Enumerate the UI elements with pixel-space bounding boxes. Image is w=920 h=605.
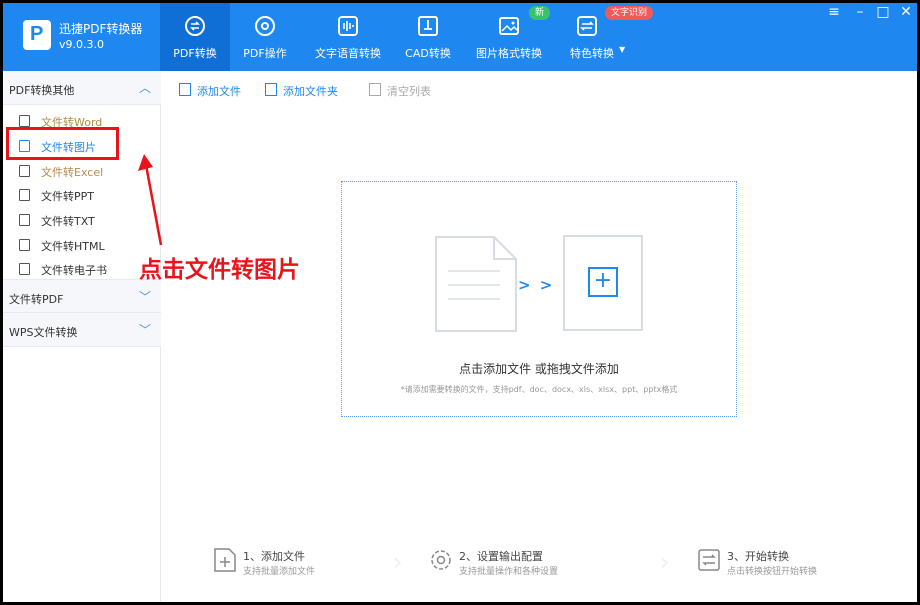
convert-cycle-icon [698, 549, 720, 571]
app-logo: P [23, 20, 51, 50]
chevron-right-icon: › [660, 548, 670, 576]
sidebar-group-pdf-other[interactable]: PDF转换其他 ︿ [3, 71, 161, 105]
sidebar-item-label: 文件转电子书 [41, 264, 107, 277]
image-icon [499, 17, 519, 35]
swap-icon [577, 16, 597, 36]
sidebar-group-file-to-pdf[interactable]: 文件转PDF ﹀ [3, 279, 161, 313]
tab-label: CAD转换 [405, 47, 451, 60]
tab-pdf-convert[interactable]: PDF转换 [160, 3, 230, 71]
ocr-badge[interactable]: 文字识别 [605, 6, 654, 20]
tab-label: PDF转换 [173, 47, 217, 60]
group-title: PDF转换其他 [9, 84, 75, 97]
clear-list-button[interactable]: 清空列表 [369, 81, 439, 99]
app-name: 迅捷PDF转换器 [59, 22, 143, 36]
app-version: v9.0.3.0 [59, 38, 104, 51]
new-badge: 新 [529, 6, 551, 20]
pdf-convert-icon [185, 16, 205, 36]
cad-icon [418, 16, 438, 36]
file-icon [19, 263, 30, 275]
file-icon [19, 239, 30, 251]
step-add-file: 1、添加文件 支持批量添加文件 [207, 543, 377, 583]
step-start-convert: 3、开始转换 点击转换按钮开始转换 [691, 543, 871, 583]
drop-zone[interactable]: > > > + 点击添加文件 或拖拽文件添加 *请添加需要转换的文件，支持pdf… [341, 181, 737, 417]
step-subtitle: 点击转换按钮开始转换 [727, 567, 818, 577]
tab-cad[interactable]: CAD转换 [395, 3, 461, 71]
file-icon [19, 214, 30, 226]
header-bar: P 迅捷PDF转换器 v9.0.3.0 PDF转换 PDF操作 文字语音转换 C… [3, 3, 917, 71]
add-folder-label: 添加文件夹 [283, 85, 338, 98]
app-window: P 迅捷PDF转换器 v9.0.3.0 PDF转换 PDF操作 文字语音转换 C… [3, 3, 917, 602]
clear-list-label: 清空列表 [387, 85, 431, 98]
file-icon [19, 189, 30, 201]
document-icon [435, 236, 517, 332]
tab-label: 文字语音转换 [315, 47, 381, 60]
plus-icon: + [588, 267, 618, 297]
folder-icon [265, 83, 277, 96]
tab-label: 图片格式转换 [476, 47, 542, 60]
close-icon[interactable]: ✕ [897, 5, 915, 19]
pdf-operate-icon [255, 16, 275, 36]
tab-text-voice[interactable]: 文字语音转换 [308, 3, 388, 71]
drop-zone-subtitle: *请添加需要转换的文件，支持pdf、doc、docx、xls、xlsx、ppt、… [400, 385, 678, 394]
drop-zone-title: 点击添加文件 或拖拽文件添加 [459, 362, 619, 376]
step-title: 2、设置输出配置 [459, 550, 543, 563]
maximize-icon[interactable]: □ [874, 5, 892, 19]
trash-icon [369, 83, 381, 96]
file-icon [19, 165, 30, 177]
annotation-arrow-icon [138, 154, 163, 246]
step-subtitle: 支持批量操作和各种设置 [459, 567, 559, 577]
sidebar-item-ebook[interactable]: 文件转电子书 [3, 257, 161, 281]
step-title: 1、添加文件 [243, 550, 305, 563]
voice-wave-icon [338, 16, 358, 36]
chevron-down-icon: ﹀ [138, 323, 151, 337]
chevron-right-icon: › [393, 548, 403, 576]
settings-gear-icon [431, 550, 451, 570]
sidebar-item-label: 文件转HTML [41, 240, 105, 253]
step-output-settings: 2、设置输出配置 支持批量操作和各种设置 [423, 543, 603, 583]
tab-label: PDF操作 [243, 47, 287, 60]
chevron-down-icon: ﹀ [138, 290, 151, 304]
minimize-icon[interactable]: – [851, 5, 869, 19]
group-title: WPS文件转换 [9, 326, 78, 339]
add-file-label: 添加文件 [197, 85, 241, 98]
menu-icon[interactable]: ≡ [825, 5, 843, 19]
step-title: 3、开始转换 [727, 550, 789, 563]
add-file-button[interactable]: 添加文件 [179, 81, 249, 99]
file-icon [19, 115, 30, 127]
tab-pdf-operate[interactable]: PDF操作 [230, 3, 300, 71]
add-target-box: + [563, 235, 643, 331]
chevron-down-icon: ▼ [619, 45, 626, 54]
step-subtitle: 支持批量添加文件 [243, 567, 316, 577]
highlight-box [6, 127, 119, 160]
sidebar-item-label: 文件转Excel [41, 166, 104, 179]
chevron-up-icon: ︿ [138, 81, 151, 95]
group-title: 文件转PDF [9, 293, 64, 306]
sidebar-item-label: 文件转TXT [41, 215, 95, 228]
add-file-icon [214, 548, 236, 572]
annotation-label: 点击文件转图片 [139, 256, 300, 283]
add-folder-button[interactable]: 添加文件夹 [265, 81, 349, 99]
add-file-icon [179, 83, 191, 96]
sidebar-group-wps[interactable]: WPS文件转换 ﹀ [3, 313, 161, 347]
sidebar-item-label: 文件转PPT [41, 190, 94, 203]
